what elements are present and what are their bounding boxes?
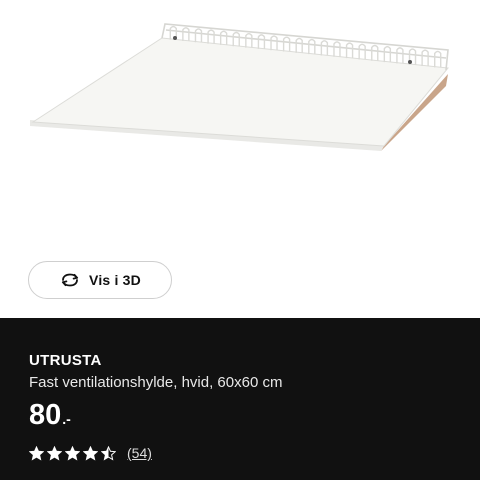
star-icon	[47, 445, 62, 460]
star-icon	[29, 445, 44, 460]
product-name[interactable]: UTRUSTA	[29, 352, 102, 369]
view-in-3d-button[interactable]: Vis i 3D	[28, 261, 172, 299]
product-info-panel: UTRUSTA Fast ventilationshylde, hvid, 60…	[0, 318, 480, 480]
price-decimal: .-	[62, 411, 71, 427]
product-rating[interactable]: (54)	[29, 445, 152, 461]
review-count-link[interactable]: (54)	[127, 445, 152, 461]
product-description: Fast ventilationshylde, hvid, 60x60 cm	[29, 374, 283, 391]
star-icon	[65, 445, 80, 460]
product-price: 80 .-	[29, 398, 71, 432]
price-integer: 80	[29, 399, 62, 431]
view-in-3d-label: Vis i 3D	[89, 272, 141, 288]
rotate-3d-icon	[61, 273, 79, 287]
product-image-area: Vis i 3D	[0, 0, 480, 318]
star-icon	[101, 445, 116, 460]
star-icon	[83, 445, 98, 460]
